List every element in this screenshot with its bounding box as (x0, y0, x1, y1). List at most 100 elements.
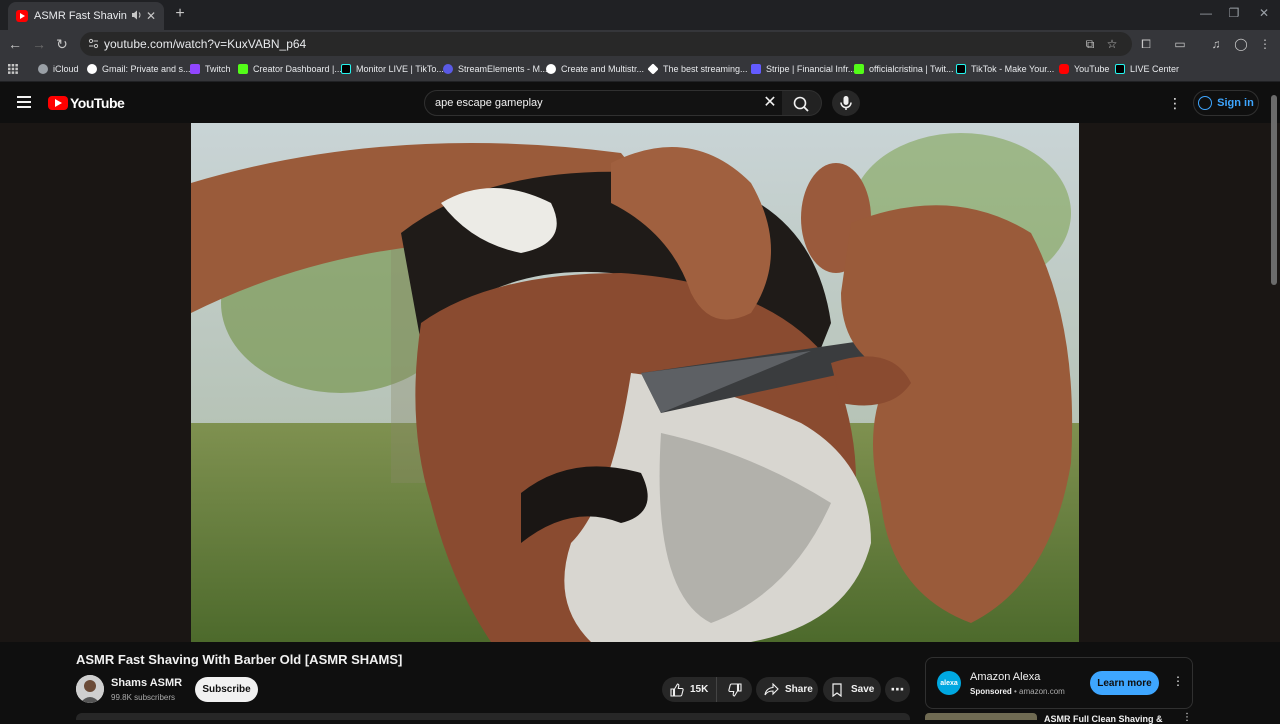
browser-tab-active[interactable]: ASMR Fast Shaving With Ba ✕ (8, 2, 164, 30)
search-box[interactable] (424, 90, 788, 116)
more-actions-icon[interactable]: ⋯ (885, 677, 910, 702)
youtube-logo[interactable]: YouTube (48, 95, 125, 111)
page-scrollbar[interactable] (1271, 95, 1277, 285)
video-frame[interactable] (191, 123, 1079, 642)
ad-more-icon[interactable]: ⋮ (1172, 674, 1184, 688)
site-info-icon[interactable] (88, 38, 99, 49)
apps-icon[interactable] (8, 64, 18, 74)
settings-more-icon[interactable]: ⋮ (1168, 95, 1182, 111)
search-button[interactable] (782, 90, 822, 116)
save-label: Save (851, 684, 875, 695)
profile-icon[interactable]: ◯ (1233, 36, 1249, 52)
reload-icon[interactable]: ↻ (53, 35, 71, 53)
video-title: ASMR Fast Shaving With Barber Old [ASMR … (76, 652, 403, 667)
youtube-play-logo-icon (48, 96, 68, 110)
restore-icon[interactable]: ❐ (1224, 6, 1244, 20)
extensions-icon[interactable]: ⧠ (1138, 36, 1154, 52)
like-button[interactable]: 15K (662, 677, 717, 702)
channel-avatar[interactable] (76, 675, 104, 703)
streamelements-icon (443, 64, 453, 74)
bookmark-item[interactable]: The best streaming... (647, 63, 748, 75)
google-icon (87, 64, 97, 74)
save-button[interactable]: Save (823, 677, 881, 702)
tiktok-icon (956, 64, 966, 74)
sign-in-button[interactable]: Sign in (1193, 90, 1259, 116)
bookmark-star-icon[interactable]: ☆ (1104, 36, 1120, 52)
kick-icon (854, 64, 864, 74)
share-label: Share (785, 684, 813, 695)
back-icon[interactable]: ← (6, 35, 24, 53)
search-icon (793, 96, 809, 112)
account-icon (1198, 96, 1213, 110)
learn-more-button[interactable]: Learn more (1090, 671, 1159, 695)
bookmark-item[interactable]: TikTok - Make Your... (956, 64, 1054, 74)
subscribe-button[interactable]: Subscribe (195, 677, 258, 702)
share-button[interactable]: Share (756, 677, 818, 702)
stripe-icon (751, 64, 761, 74)
streaming-diamond-icon (647, 63, 659, 75)
video-player[interactable] (0, 123, 1280, 642)
url-text: youtube.com/watch?v=KuxVABN_p64 (104, 37, 307, 51)
recommended-more-icon[interactable]: ⋮ (1182, 712, 1192, 723)
avatar-image (76, 675, 104, 703)
install-app-icon[interactable]: ⧉ (1082, 36, 1098, 52)
browser-toolbar: ← → ↻ youtube.com/watch?v=KuxVABN_p64 ⧉ … (0, 30, 1280, 58)
bookmark-item[interactable]: Twitch (190, 64, 231, 74)
voice-search-button[interactable] (832, 90, 860, 116)
menu-icon[interactable] (17, 96, 31, 108)
search-input[interactable] (435, 97, 755, 109)
bookmark-item[interactable]: iCloud (38, 64, 79, 74)
thumbs-up-icon (670, 682, 684, 697)
new-tab-icon[interactable]: + (170, 5, 190, 23)
sponsored-ad-card[interactable]: alexa Amazon Alexa Sponsored • amazon.co… (925, 657, 1193, 709)
chrome-menu-icon[interactable]: ⋮ (1257, 36, 1273, 52)
tab-close-icon[interactable]: ✕ (146, 9, 156, 23)
sidepanel-icon[interactable]: ▭ (1172, 36, 1188, 52)
bookmark-item[interactable]: Monitor LIVE | TikTo... (341, 64, 444, 74)
alexa-logo-icon: alexa (937, 671, 961, 695)
channel-name[interactable]: Shams ASMR (111, 677, 182, 689)
address-bar[interactable]: youtube.com/watch?v=KuxVABN_p64 (80, 32, 1132, 56)
youtube-icon (1059, 64, 1069, 74)
share-icon (764, 682, 779, 695)
bookmark-item[interactable]: LIVE Center (1115, 64, 1179, 74)
bookmark-item[interactable]: Stripe | Financial Infr... (751, 64, 855, 74)
bookmark-item[interactable]: Gmail: Private and s... (87, 64, 191, 74)
youtube-logo-text: YouTube (70, 95, 125, 111)
clear-search-icon[interactable]: ✕ (762, 93, 778, 113)
subscriber-count: 99.8K subscribers (111, 693, 176, 702)
media-controls-icon[interactable]: ♫ (1208, 36, 1224, 52)
bookmark-item[interactable]: StreamElements - M... (443, 64, 548, 74)
sponsored-label: Sponsored (970, 687, 1012, 696)
twitch-icon (190, 64, 200, 74)
ad-domain: • amazon.com (1011, 687, 1065, 696)
like-count: 15K (690, 684, 709, 695)
minimize-icon[interactable]: — (1196, 6, 1216, 20)
like-dislike-group: 15K (662, 677, 752, 702)
window-close-icon[interactable]: ✕ (1254, 6, 1274, 20)
tiktok-icon (1115, 64, 1125, 74)
bookmark-item[interactable]: Create and Multistr... (546, 64, 644, 74)
ad-sponsored-line: Sponsored • amazon.com (970, 687, 1065, 696)
dislike-button[interactable] (717, 677, 752, 702)
browser-tab-strip: ASMR Fast Shaving With Ba ✕ + — ❐ ✕ (0, 0, 1280, 30)
bookmark-item[interactable]: YouTube (1059, 64, 1109, 74)
video-frame-image (191, 123, 1079, 642)
forward-icon[interactable]: → (30, 35, 48, 53)
microphone-icon (840, 96, 852, 110)
thumbs-down-icon (727, 682, 742, 697)
bookmark-item[interactable]: officialcristina | Twit... (854, 64, 954, 74)
tab-title: ASMR Fast Shaving With Ba (34, 10, 127, 22)
ad-title: Amazon Alexa (970, 671, 1041, 683)
bookmark-item[interactable]: Creator Dashboard |... (238, 64, 342, 74)
restream-icon (546, 64, 556, 74)
speaker-icon[interactable] (131, 10, 142, 23)
bookmarks-bar: iCloud Gmail: Private and s... Twitch Cr… (0, 58, 1280, 82)
apple-icon (38, 64, 48, 74)
youtube-header: YouTube ✕ ⋮ Sign in (0, 83, 1280, 123)
youtube-favicon-icon (16, 10, 28, 22)
description-box[interactable] (76, 713, 910, 720)
recommended-thumbnail[interactable] (925, 713, 1037, 720)
kick-icon (238, 64, 248, 74)
recommended-title[interactable]: ASMR Full Clean Shaving & (1044, 714, 1163, 724)
